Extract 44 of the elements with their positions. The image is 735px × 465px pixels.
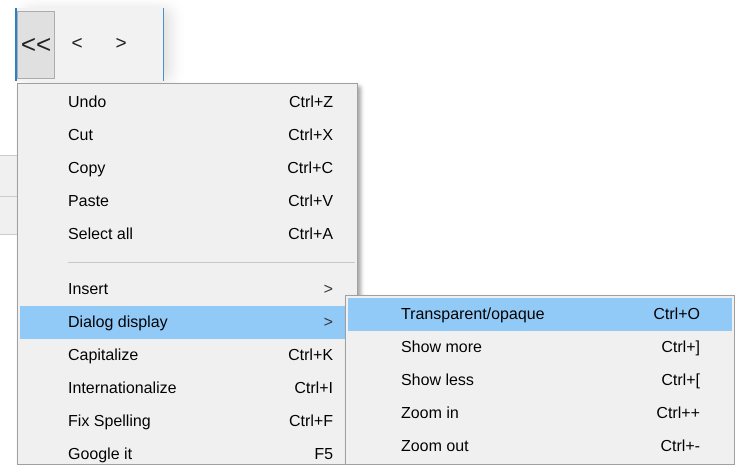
shortcut-text: Ctrl+F [289, 412, 333, 432]
shortcut-text: F5 [314, 444, 333, 464]
menu-item-label: Insert [68, 280, 110, 300]
menu-item-label: Select all [68, 224, 134, 244]
menu-item-label: Google it [68, 444, 134, 464]
shortcut-text: Ctrl+V [288, 192, 333, 212]
shortcut-text: Ctrl+] [661, 338, 700, 358]
nav-button[interactable]: < [55, 10, 99, 78]
shortcut-text: Ctrl+[ [661, 370, 700, 390]
menu-item-label: Paste [68, 192, 110, 212]
submenu-arrow: > [324, 280, 333, 300]
menu-item-label: Show less [401, 370, 475, 390]
menu-item[interactable]: Select all Ctrl+A [20, 218, 355, 251]
menu-item-label: Cut [68, 126, 94, 146]
menu-item-label: Transparent/opaque [401, 304, 546, 324]
menu-item[interactable]: Cut Ctrl+X [20, 119, 355, 152]
menu-item[interactable]: Transparent/opaque Ctrl+O [348, 298, 732, 331]
shortcut-text: Ctrl++ [656, 404, 700, 424]
submenu-arrow: > [324, 312, 333, 332]
menu-item[interactable]: Zoom in Ctrl++ [348, 397, 732, 430]
menu-item[interactable]: Zoom out Ctrl+- [348, 430, 732, 463]
menu-item-label: Capitalize [68, 346, 140, 366]
shortcut-text: Ctrl+O [653, 304, 700, 324]
shortcut-text: Ctrl+A [288, 224, 333, 244]
menu-item-label: Internationalize [68, 378, 178, 398]
shortcut-text: Ctrl+X [288, 126, 333, 146]
menu-item[interactable]: Paste Ctrl+V [20, 185, 355, 218]
shortcut-text: Ctrl+C [287, 158, 333, 178]
shortcut-text: Ctrl+Z [289, 92, 333, 112]
menu-item-label: Zoom in [401, 404, 460, 424]
menu-item-label: Dialog display [68, 312, 169, 332]
shortcut-text: Ctrl+I [294, 378, 333, 398]
menu-item-label: Copy [68, 158, 106, 178]
menu-item-label: Undo [68, 92, 108, 112]
menu-item[interactable]: Show less Ctrl+[ [348, 364, 732, 397]
shortcut-text: Ctrl+- [660, 436, 700, 456]
nav-button[interactable]: << [17, 10, 55, 78]
menu-item[interactable]: Undo Ctrl+Z [20, 86, 355, 119]
menu-item-label: Zoom out [401, 436, 470, 456]
shortcut-text: Ctrl+K [288, 346, 333, 366]
nav-button[interactable]: > [99, 10, 143, 78]
menu-item-label: Show more [401, 338, 483, 358]
menu-item-label: Fix Spelling [68, 412, 152, 432]
menu-item[interactable]: Copy Ctrl+C [20, 152, 355, 185]
